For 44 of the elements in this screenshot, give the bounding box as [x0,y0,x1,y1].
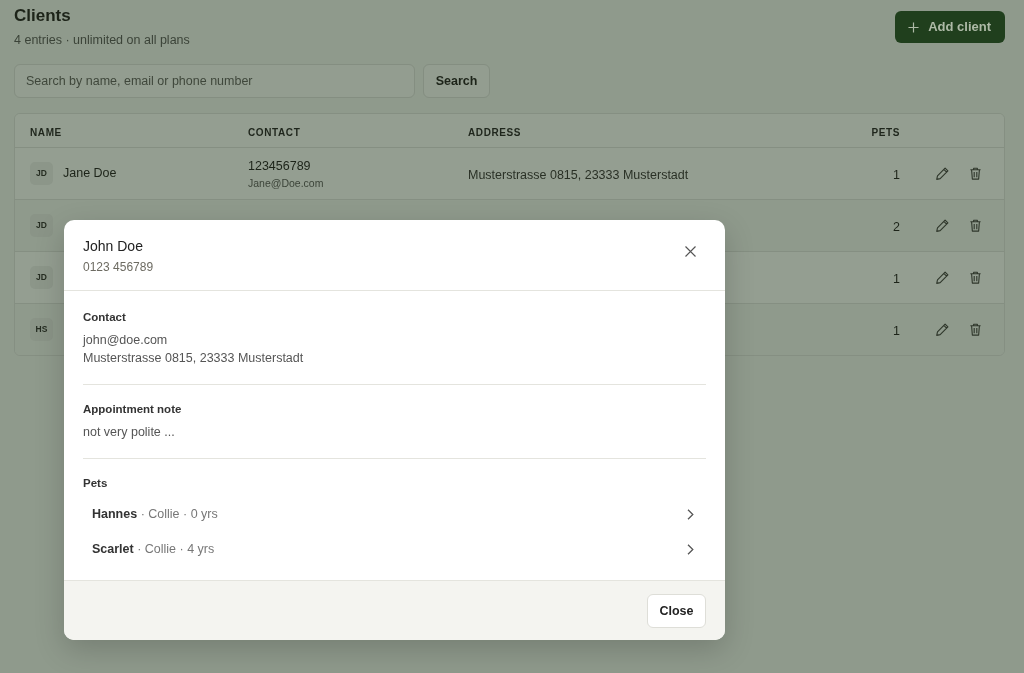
trash-icon [968,271,982,284]
page-title: Clients [14,5,72,27]
search-button[interactable]: Search [423,64,490,98]
initials-avatar: JD [30,162,53,185]
close-icon [684,245,696,257]
client-address: Musterstrasse 0815, 23333 Musterstadt [468,167,689,182]
initials-avatar: HS [30,318,53,341]
section-heading: Appointment note [83,402,183,417]
initials-avatar: JD [30,214,53,237]
pencil-icon [935,219,949,232]
pet-list-item[interactable]: Scarlet · Collie · 4 yrs [83,532,706,567]
initials-avatar: JD [30,266,53,289]
chevron-right-icon [687,509,694,520]
plus-icon [908,21,920,33]
pencil-icon [935,323,949,336]
section-text: john@doe.com [83,332,169,349]
pencil-icon [935,271,949,284]
column-header: NAME [30,126,62,138]
trash-icon [968,167,982,180]
column-header: PETS [871,126,900,138]
client-name: Jane Doe [63,165,117,183]
section-heading: Pets [83,476,109,491]
column-header: ADDRESS [468,126,522,138]
trash-icon [968,323,982,336]
dialog-subtitle: 0123 456789 [83,259,154,275]
section-text: not very polite ... [83,424,176,441]
trash-icon [968,219,982,232]
pencil-icon [935,167,949,180]
client-phone: 123456789 [248,157,312,174]
section-heading: Contact [83,310,127,325]
pet-list-item[interactable]: Hannes · Collie · 0 yrs [83,497,706,532]
pet-count: 2 [893,219,900,234]
client-email: Jane@Doe.com [248,175,325,190]
pet-count: 1 [893,271,900,286]
column-header: CONTACT [248,126,301,138]
search-field[interactable]: Search by name, email or phone number [14,64,415,98]
chevron-right-icon [687,544,694,555]
close-dialog-button[interactable]: Close [647,594,706,628]
page-subtitle: 4 entries · unlimited on all plans [14,32,190,48]
dialog-title: John Doe [83,237,144,256]
pet-count: 1 [893,323,900,338]
pet-count: 1 [893,167,900,182]
add-client-button[interactable]: Add client [895,11,1005,43]
section-text: Musterstrasse 0815, 23333 Musterstadt [83,350,305,367]
